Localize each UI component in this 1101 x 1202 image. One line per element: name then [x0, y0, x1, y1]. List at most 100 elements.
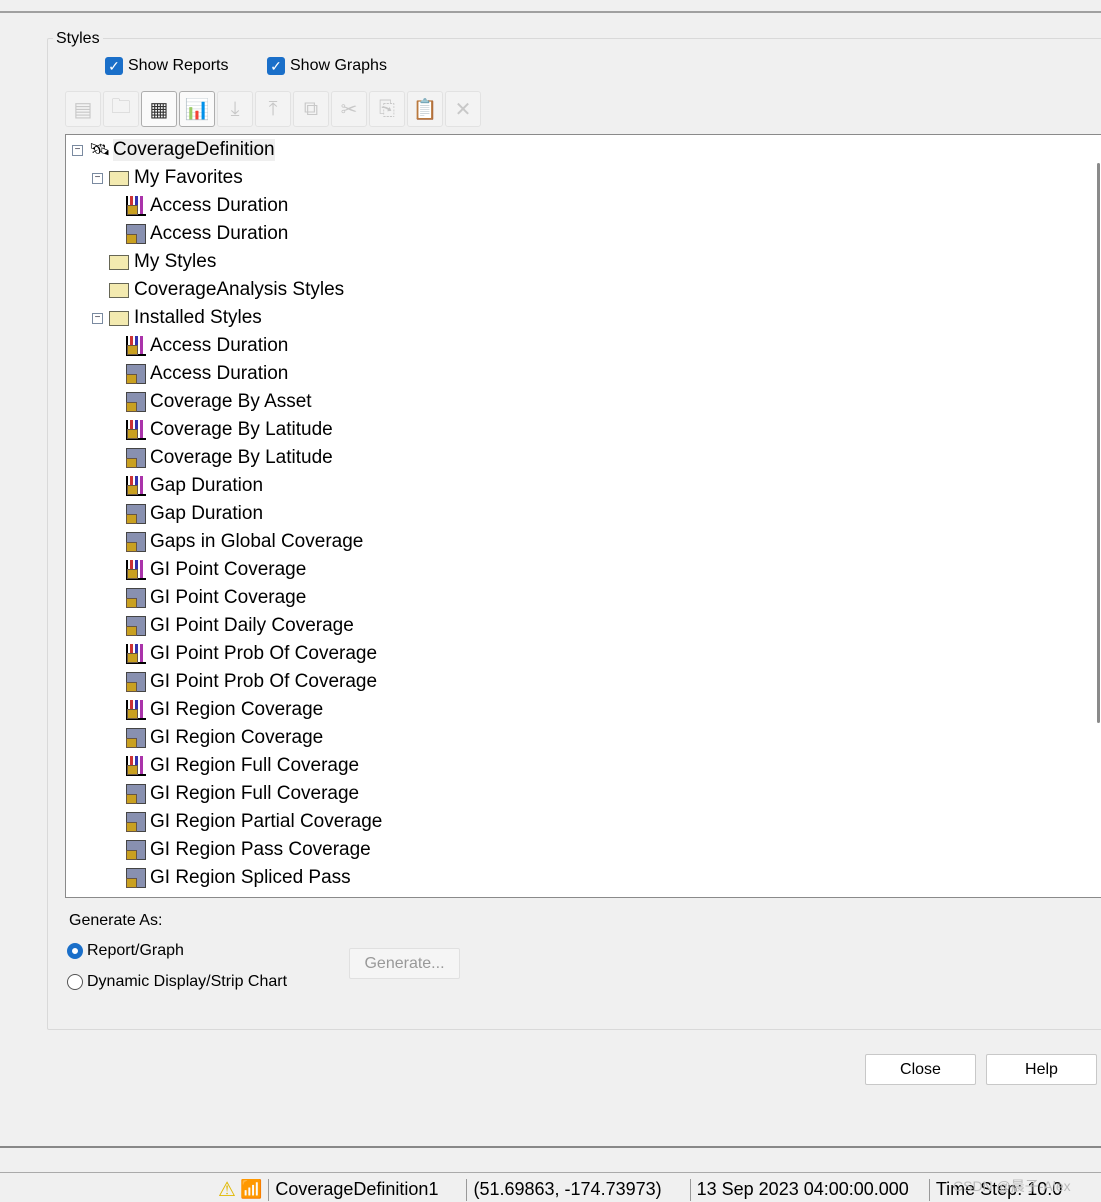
collapse-icon[interactable]: − [72, 144, 83, 156]
tree-item-label: GI Region Full Coverage [150, 755, 360, 776]
tree-item[interactable]: Coverage By Asset [126, 388, 312, 416]
tree-item[interactable]: Access Duration [126, 192, 288, 220]
import-button[interactable]: ⤓ [217, 91, 253, 127]
close-button[interactable]: Close [865, 1054, 976, 1085]
show-reports-checkbox[interactable]: ✓ Show Reports [105, 57, 229, 75]
tree-item-label: Coverage By Latitude [150, 447, 333, 468]
cut-button[interactable]: ✂ [331, 91, 367, 127]
locked-report-icon [126, 616, 146, 636]
duplicate-button[interactable]: ⧉ [293, 91, 329, 127]
locked-graph-icon [126, 560, 146, 580]
locked-graph-icon [126, 756, 146, 776]
tree-item[interactable]: GI Region Full Coverage [126, 752, 359, 780]
scrollbar-thumb[interactable] [1097, 163, 1100, 723]
lock-icon [126, 542, 137, 552]
generate-button[interactable]: Generate... [349, 948, 460, 979]
separator [928, 1178, 930, 1201]
tree-item[interactable]: My Styles [92, 248, 216, 276]
tree-item-label: My Favorites [134, 167, 243, 188]
tree-item-label: GI Region Full Coverage [150, 783, 360, 804]
radio-dynamic-display[interactable]: Dynamic Display/Strip Chart [67, 973, 287, 991]
tree-item[interactable]: GI Region Coverage [126, 696, 323, 724]
vertical-scrollbar[interactable] [1091, 135, 1101, 897]
tree-item-label: Access Duration [150, 335, 289, 356]
lock-icon [126, 402, 137, 412]
tree-item[interactable]: Coverage By Latitude [126, 444, 333, 472]
locked-report-icon [126, 224, 146, 244]
lock-icon [127, 765, 138, 775]
radio-report-graph[interactable]: Report/Graph [67, 942, 184, 960]
tree-item[interactable]: GI Region Full Coverage [126, 780, 359, 808]
lock-icon [127, 709, 138, 719]
tree-item[interactable]: GI Point Coverage [126, 584, 306, 612]
tree-item[interactable]: Coverage By Latitude [126, 416, 333, 444]
locked-report-icon [126, 728, 146, 748]
new-report-button[interactable]: ▦ [141, 91, 177, 127]
tree-item[interactable]: Access Duration [126, 332, 288, 360]
satellite-globe-icon: 🛰 [89, 140, 111, 159]
copy-button[interactable]: ⎘ [369, 91, 405, 127]
collapse-icon[interactable]: − [92, 312, 103, 324]
styles-tree[interactable]: − 🛰 CoverageDefinition − My Favorites Access … [65, 134, 1101, 898]
tree-item-label: GI Point Prob Of Coverage [150, 671, 378, 692]
tree-item[interactable]: − Installed Styles [92, 304, 262, 332]
separator [689, 1178, 691, 1201]
locked-report-icon [126, 784, 146, 804]
lock-icon [126, 738, 137, 748]
tree-item[interactable]: GI Point Coverage [126, 556, 306, 584]
tree-item[interactable]: GI Region Coverage [126, 724, 323, 752]
tree-item[interactable]: Gap Duration [126, 472, 263, 500]
folder-icon [109, 310, 129, 326]
tree-item[interactable]: CoverageAnalysis Styles [92, 276, 344, 304]
tree-item[interactable]: Access Duration [126, 220, 288, 248]
tree-item-label: Gap Duration [150, 475, 264, 496]
status-coords: (51.69863, -174.73973) [473, 1179, 662, 1199]
tree-item-label: GI Point Prob Of Coverage [150, 643, 378, 664]
tree-item[interactable]: Access Duration [126, 360, 288, 388]
delete-button[interactable]: ✕ [445, 91, 481, 127]
cut-icon: ✂ [340, 98, 358, 121]
locked-report-icon [126, 364, 146, 384]
collapse-icon[interactable]: − [92, 172, 103, 184]
new-folder-button[interactable]: 🗀 [103, 91, 139, 127]
properties-icon: ▤ [73, 98, 93, 121]
folder-icon [109, 254, 129, 270]
tree-item[interactable]: GI Point Prob Of Coverage [126, 640, 377, 668]
tree-item[interactable]: Gap Duration [126, 500, 263, 528]
lock-icon [127, 429, 138, 439]
tree-item-label: GI Region Pass Coverage [150, 839, 371, 860]
tree-item[interactable]: GI Region Partial Coverage [126, 808, 382, 836]
status-divider [0, 1146, 1101, 1148]
lock-icon [126, 598, 137, 608]
new-graph-button[interactable]: 📊 [179, 91, 215, 127]
tree-item[interactable]: − 🛰 CoverageDefinition [72, 136, 275, 164]
tree-item[interactable]: GI Point Daily Coverage [126, 612, 354, 640]
tree-item[interactable]: − My Favorites [92, 164, 243, 192]
help-button[interactable]: Help [986, 1054, 1097, 1085]
tree-item[interactable]: GI Point Prob Of Coverage [126, 668, 377, 696]
locked-report-icon [126, 588, 146, 608]
separator [268, 1178, 270, 1201]
lock-icon [127, 205, 138, 215]
lock-icon [126, 514, 137, 524]
tree-item[interactable]: GI Region Pass Coverage [126, 836, 371, 864]
locked-report-icon [126, 812, 146, 832]
export-button[interactable]: ⤒ [255, 91, 291, 127]
tree-item-label: Coverage By Asset [150, 391, 312, 412]
locked-report-icon [126, 504, 146, 524]
tree-item[interactable]: Gaps in Global Coverage [126, 528, 363, 556]
properties-button[interactable]: ▤ [65, 91, 101, 127]
top-divider [0, 11, 1101, 13]
tree-item-label: Gap Duration [150, 503, 264, 524]
lock-icon [126, 458, 137, 468]
tree-item-label: Coverage By Latitude [150, 419, 333, 440]
status-object: CoverageDefinition1 [275, 1179, 439, 1199]
locked-graph-icon [126, 644, 146, 664]
paste-button[interactable]: 📋 [407, 91, 443, 127]
tree-item-label: CoverageAnalysis Styles [134, 279, 345, 300]
tree-item[interactable]: GI Region Spliced Pass [126, 864, 351, 892]
show-graphs-checkbox[interactable]: ✓ Show Graphs [267, 57, 387, 75]
styles-group-label: Styles [53, 30, 103, 48]
status-divider-2 [0, 1172, 1101, 1173]
status-time: 13 Sep 2023 04:00:00.000 [696, 1179, 909, 1199]
